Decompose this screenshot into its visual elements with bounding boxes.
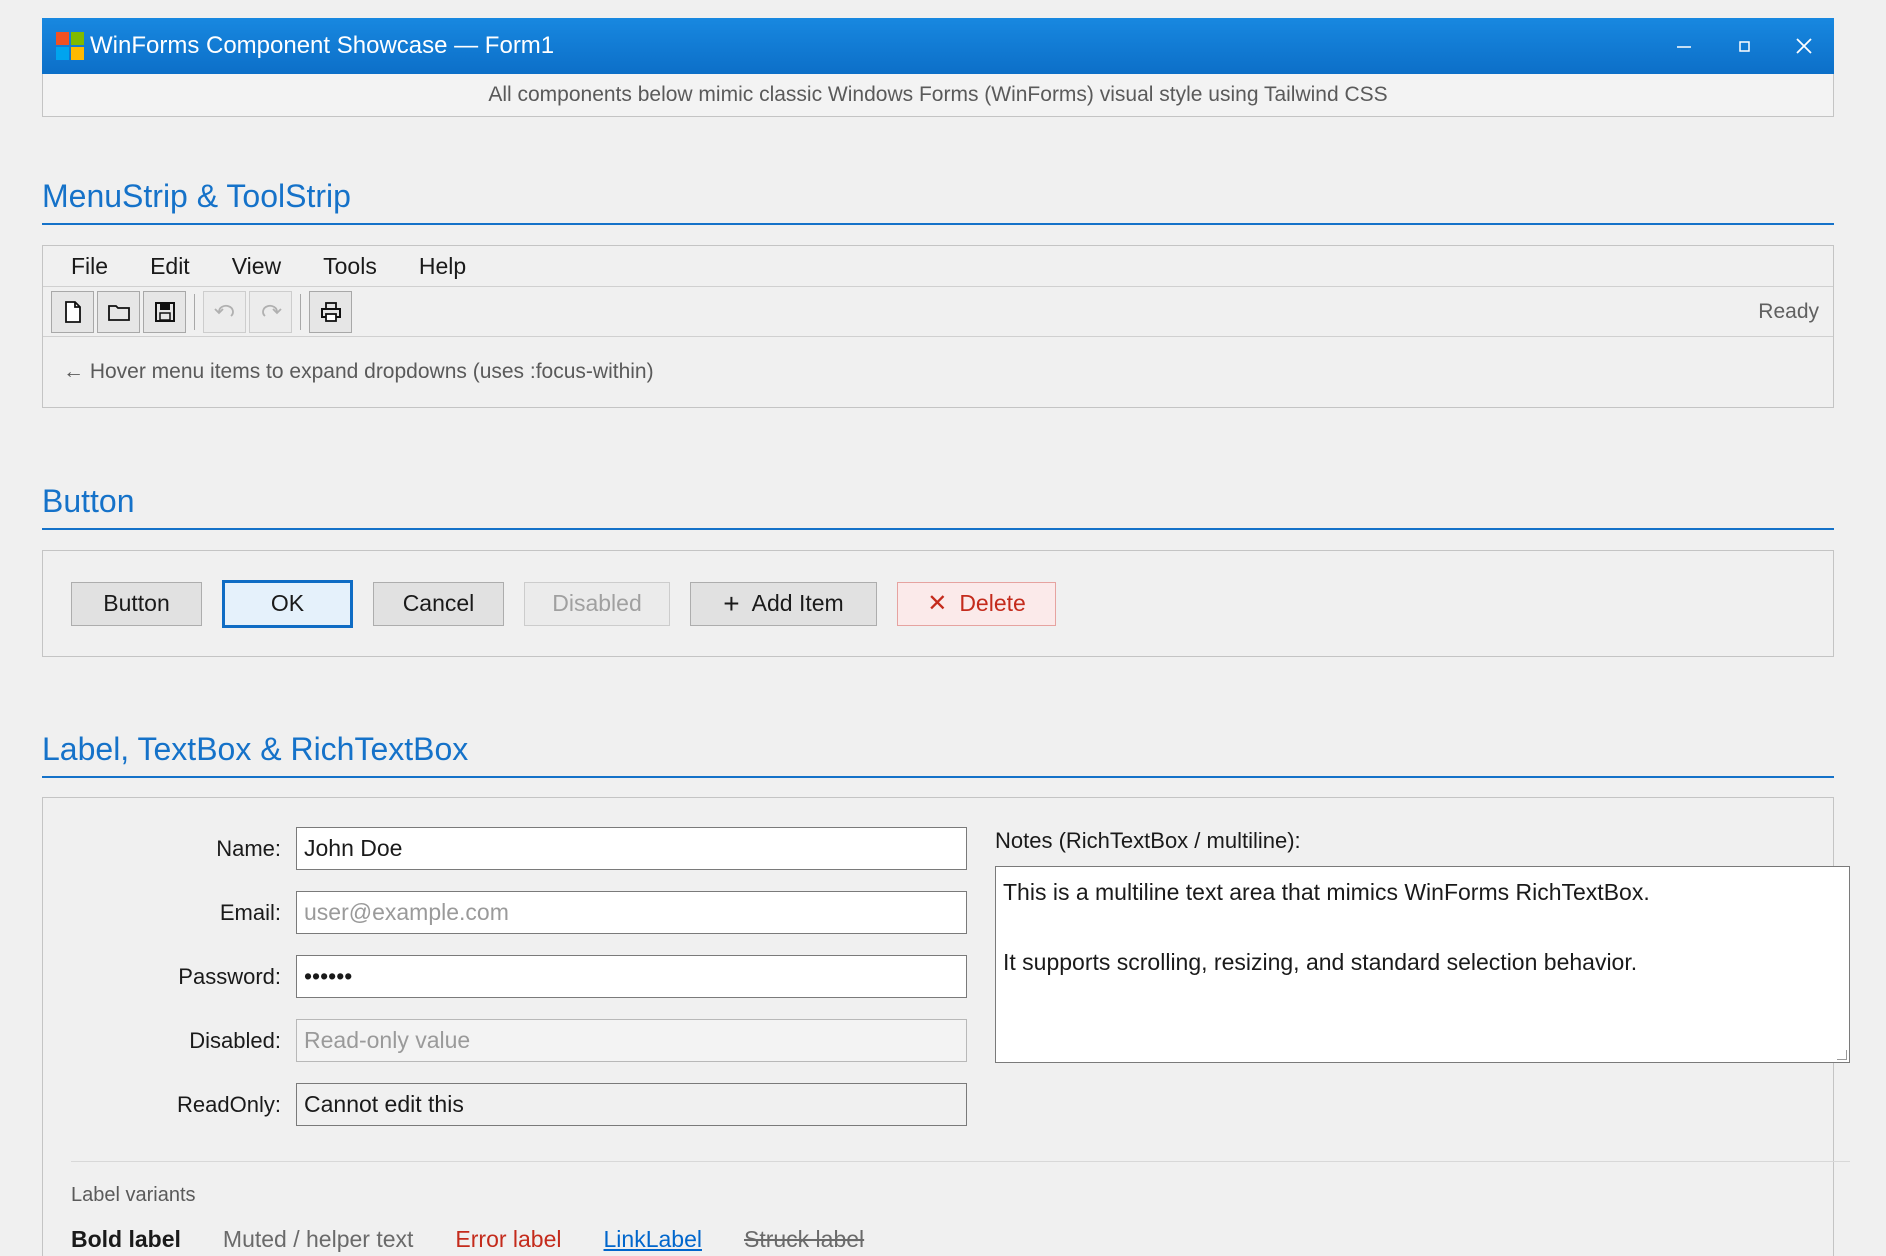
redo-button[interactable] — [249, 290, 292, 333]
delete-button[interactable]: ✕ Delete — [897, 581, 1056, 626]
muted-label: Muted / helper text — [222, 1226, 414, 1252]
menu-help[interactable]: Help — [419, 253, 466, 280]
new-document-icon — [64, 300, 81, 323]
print-icon — [320, 301, 341, 322]
section-title-button: Button — [42, 483, 1834, 530]
undo-button[interactable] — [203, 290, 246, 333]
disabled-button[interactable]: Disabled — [524, 581, 670, 626]
name-label: Name: — [216, 836, 281, 861]
link-label[interactable]: LinkLabel — [604, 1226, 702, 1253]
textbox-panel: Name: John Doe Email: user@example.com P… — [42, 797, 1850, 1256]
close-icon — [1796, 38, 1812, 54]
print-button[interactable] — [309, 290, 352, 333]
maximize-button[interactable] — [1714, 18, 1774, 74]
notes-line-2: It supports scrolling, resizing, and sta… — [1003, 949, 1638, 975]
tool-strip: Ready — [43, 287, 1833, 337]
struck-label: Struck label — [743, 1226, 865, 1252]
open-folder-button[interactable] — [97, 290, 140, 333]
notes-richtextbox[interactable]: This is a multiline text area that mimic… — [995, 866, 1850, 1063]
email-input[interactable]: user@example.com — [296, 891, 967, 934]
button-button[interactable]: Button — [71, 581, 202, 626]
undo-icon — [213, 304, 234, 317]
minimize-icon — [1677, 46, 1691, 48]
notes-label: Notes (RichTextBox / multiline): — [995, 828, 1301, 853]
disabled-label: Disabled: — [189, 1028, 281, 1053]
label-variants-row: Bold label Muted / helper text Error lab… — [71, 1226, 906, 1253]
password-input[interactable]: •••••• — [296, 955, 967, 998]
readonly-label: ReadOnly: — [177, 1092, 281, 1117]
readonly-input[interactable]: Cannot edit this — [296, 1083, 967, 1126]
disabled-input: Read-only value — [296, 1019, 967, 1062]
save-icon — [154, 301, 175, 322]
password-label: Password: — [178, 964, 281, 989]
menu-view[interactable]: View — [232, 253, 281, 280]
add-item-label: Add Item — [751, 590, 844, 616]
minimize-button[interactable] — [1654, 18, 1714, 74]
menu-edit[interactable]: Edit — [150, 253, 190, 280]
bold-label: Bold label — [71, 1226, 181, 1252]
toolbar-separator — [194, 293, 195, 330]
divider — [71, 1161, 1850, 1162]
save-button[interactable] — [143, 290, 186, 333]
plus-icon: + — [723, 587, 740, 619]
windows-logo-icon — [56, 32, 84, 60]
section-title-menustrip: MenuStrip & ToolStrip — [42, 178, 1834, 225]
toolstrip-status: Ready — [1758, 299, 1819, 323]
add-item-button[interactable]: + Add Item — [690, 581, 877, 626]
new-document-button[interactable] — [51, 290, 94, 333]
ok-button[interactable]: OK — [222, 579, 353, 628]
menu-file[interactable]: File — [71, 253, 108, 280]
open-folder-icon — [107, 304, 130, 321]
menu-tools[interactable]: Tools — [323, 253, 377, 280]
redo-icon — [261, 304, 282, 317]
window-title: WinForms Component Showcase — Form1 — [90, 32, 555, 59]
notes-line-1: This is a multiline text area that mimic… — [1003, 879, 1650, 905]
toolbar-separator — [300, 293, 301, 330]
button-panel: Button OK Cancel Disabled + Add Item ✕ D… — [42, 550, 1834, 657]
cancel-button[interactable]: Cancel — [373, 581, 504, 626]
name-input[interactable]: John Doe — [296, 827, 967, 870]
delete-x-icon: ✕ — [927, 590, 948, 617]
label-variants-title: Label variants — [71, 1184, 196, 1206]
window-titlebar: WinForms Component Showcase — Form1 — [42, 18, 1834, 74]
window-subtitle: All components below mimic classic Windo… — [42, 74, 1834, 117]
menu-strip: File Edit View Tools Help — [43, 246, 1833, 287]
maximize-icon — [1739, 41, 1750, 52]
error-label: Error label — [455, 1226, 562, 1252]
section-title-textbox: Label, TextBox & RichTextBox — [42, 731, 1834, 778]
close-button[interactable] — [1774, 18, 1834, 74]
menustrip-panel: File Edit View Tools Help Ready ← Hover … — [42, 245, 1834, 408]
email-label: Email: — [219, 900, 281, 925]
menu-hint-text: ← Hover menu items to expand dropdowns (… — [63, 360, 654, 383]
delete-label: Delete — [959, 590, 1026, 616]
resize-grip-icon[interactable] — [1837, 1050, 1847, 1060]
